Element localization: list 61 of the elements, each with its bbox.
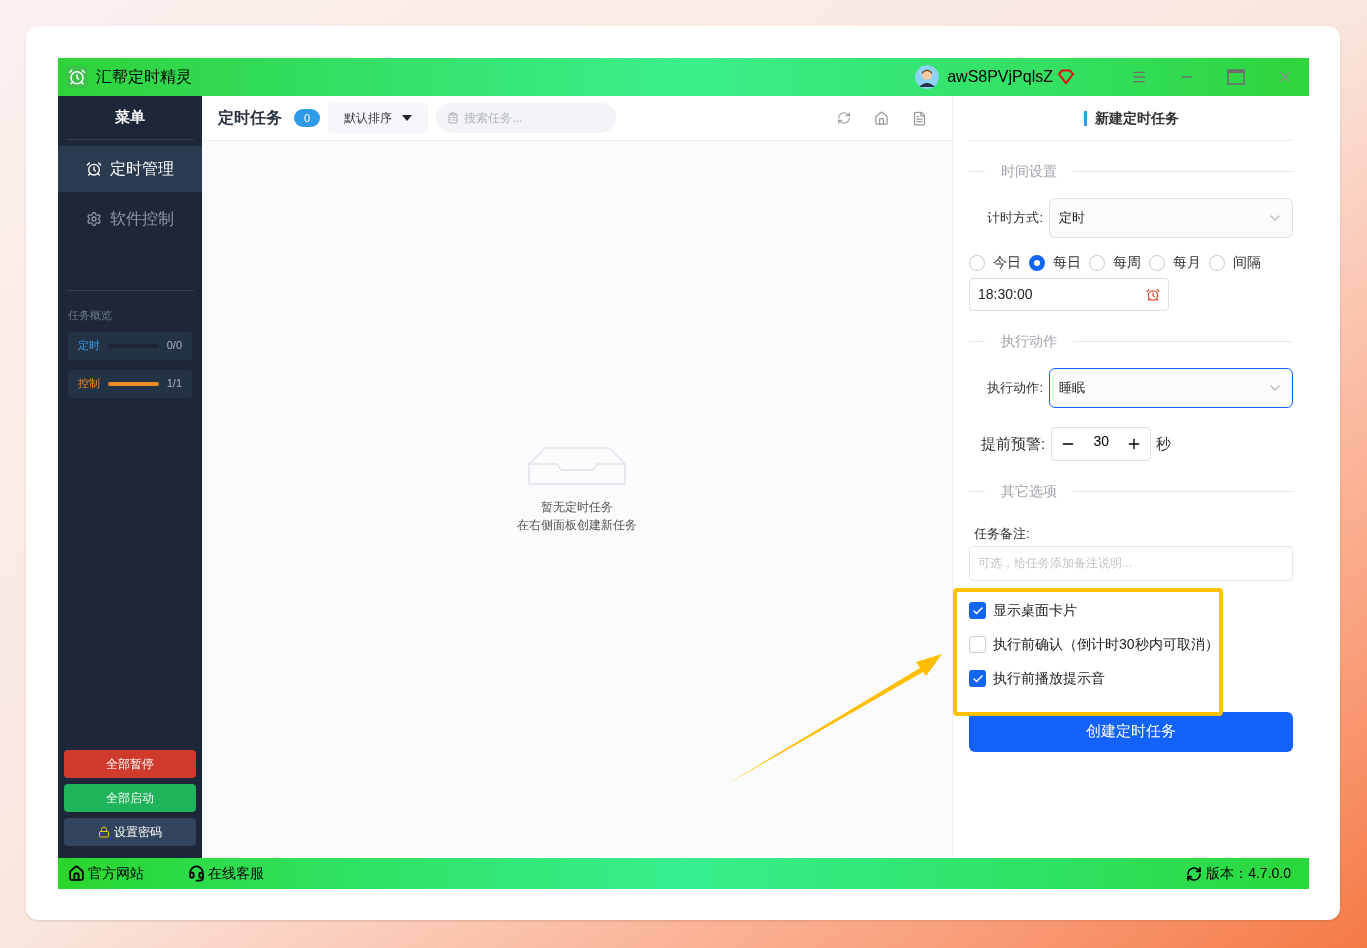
avatar-icon: [915, 65, 940, 89]
repeat-radio[interactable]: 每月: [1149, 252, 1201, 273]
sidebar-item[interactable]: 软件控制: [58, 196, 202, 242]
form-title: 新建定时任务: [1094, 108, 1179, 128]
home-icon[interactable]: [874, 110, 889, 126]
alarm-clock-icon: [66, 66, 88, 88]
username: awS8PVjPqlsZ: [947, 67, 1053, 87]
section-title: 其它选项: [1001, 482, 1057, 501]
count-badge: 0: [294, 109, 321, 127]
note-field[interactable]: 可选，给任务添加备注说明...: [969, 545, 1293, 581]
version-label: 版本：4.7.0.0: [1206, 864, 1291, 883]
repeat-radio[interactable]: 每日: [1029, 252, 1081, 273]
list-title: 定时任务: [218, 108, 282, 128]
field-label: 提前预警:: [981, 433, 1046, 454]
section-title: 执行动作: [1001, 332, 1057, 351]
overview-count: 1/1: [166, 376, 182, 392]
sidebar-button[interactable]: 全部暂停: [64, 750, 196, 778]
app-title: 汇帮定时精灵: [96, 67, 192, 87]
field-label: 计时方式:: [986, 209, 1044, 228]
number-stepper[interactable]: 30: [1051, 427, 1152, 461]
mode-select[interactable]: 定时: [1049, 198, 1293, 238]
diamond-icon: [1057, 69, 1075, 85]
time-field[interactable]: 18:30:00: [969, 278, 1169, 311]
alarm-clock-icon: [86, 161, 102, 177]
sidebar-button[interactable]: 设置密码: [64, 818, 196, 846]
gear-icon: [86, 211, 102, 227]
footer-link[interactable]: 在线客服: [188, 863, 264, 884]
repeat-radio[interactable]: 每周: [1089, 252, 1141, 273]
caret-icon: [402, 115, 413, 121]
option-checkbox[interactable]: 执行前确认（倒计时30秒内可取消）: [969, 635, 1293, 654]
section-title: 时间设置: [1001, 162, 1057, 181]
search-field[interactable]: 搜索任务...: [436, 103, 617, 133]
repeat-radio[interactable]: 今日: [969, 252, 1021, 273]
overview-label: 定时: [78, 338, 100, 354]
sidebar-item[interactable]: 定时管理: [58, 146, 202, 192]
maximize-icon[interactable]: [1227, 69, 1245, 85]
footer-link[interactable]: 官方网站: [68, 863, 144, 884]
unit-label: 秒: [1156, 433, 1172, 454]
overview-label: 控制: [78, 376, 100, 392]
field-label: 执行动作:: [986, 379, 1044, 398]
menu-icon[interactable]: [1131, 69, 1147, 85]
field-label: 任务备注:: [974, 525, 1031, 543]
document-icon: [447, 112, 460, 124]
create-button[interactable]: 创建定时任务: [969, 711, 1293, 752]
sort-dropdown[interactable]: 默认排序: [328, 103, 429, 133]
sidebar-heading: 菜单: [115, 107, 145, 128]
action-select[interactable]: 睡眠: [1049, 368, 1293, 408]
empty-message: 暂无定时任务: [541, 498, 613, 516]
refresh-icon[interactable]: [1186, 865, 1203, 882]
option-checkbox[interactable]: 显示桌面卡片: [969, 601, 1293, 620]
overview-count: 0/0: [166, 338, 182, 354]
option-checkbox[interactable]: 执行前播放提示音: [969, 669, 1293, 688]
overview-title: 任务概览: [68, 308, 113, 323]
alarm-clock-icon: [1146, 287, 1160, 302]
home-icon: [68, 865, 85, 882]
headset-icon: [188, 865, 205, 882]
lock-icon: [98, 826, 110, 838]
document-icon[interactable]: [912, 110, 927, 126]
empty-tray-icon: [527, 445, 627, 486]
repeat-radio[interactable]: 间隔: [1209, 252, 1261, 273]
empty-hint: 在右侧面板创建新任务: [517, 516, 637, 534]
